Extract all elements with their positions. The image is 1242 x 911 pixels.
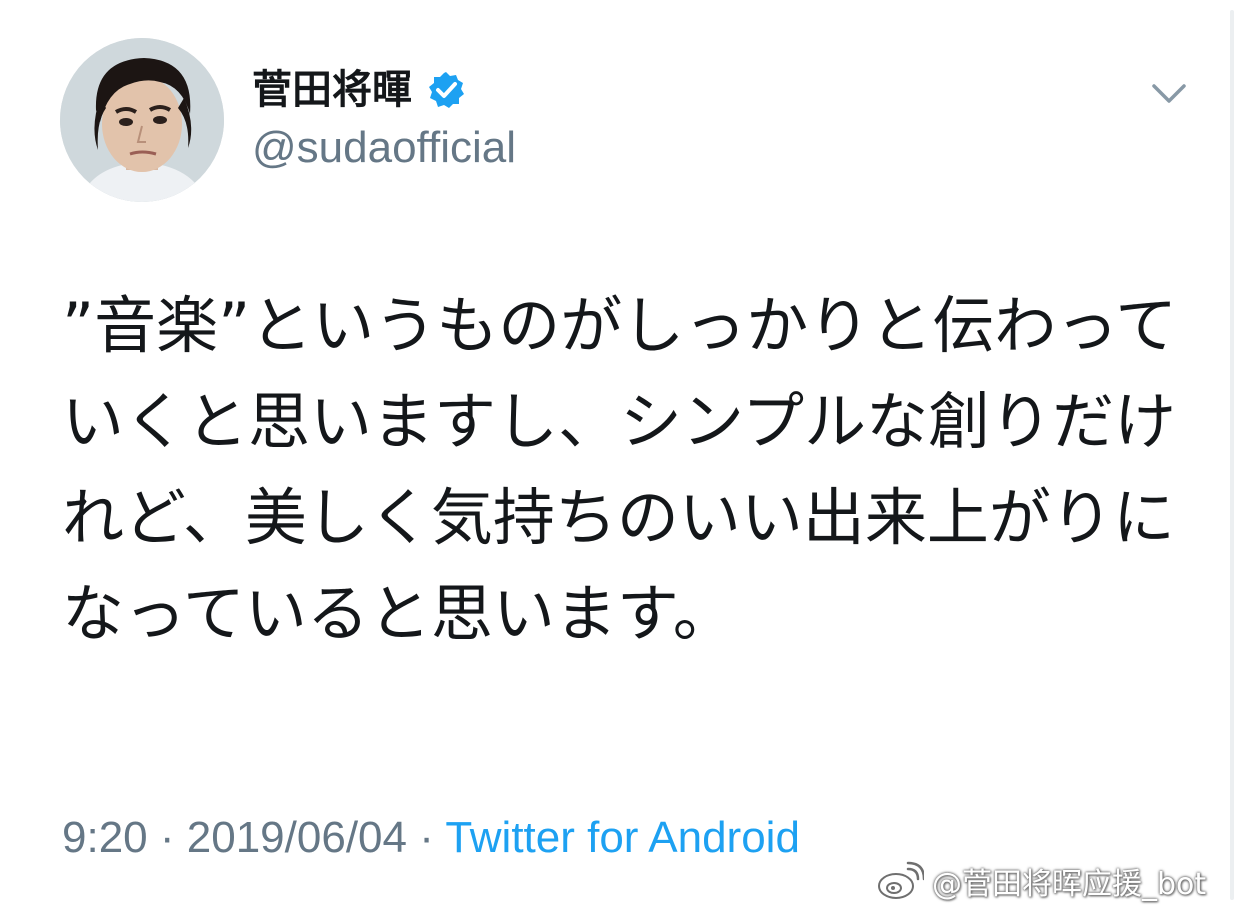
author-display-name[interactable]: 菅田将暉	[252, 64, 412, 116]
weibo-logo-icon	[876, 861, 926, 901]
tweet-meta: 9:20 · 2019/06/04 · Twitter for Android	[62, 812, 800, 864]
author-handle[interactable]: @sudaofficial	[252, 122, 516, 174]
avatar[interactable]	[60, 38, 224, 202]
watermark: @菅田将晖应援_bot	[876, 856, 1206, 906]
tweet-card: 菅田将暉 @sudaofficial ”音楽”というものがしっかりと伝わっていく…	[0, 0, 1242, 911]
tweet-date[interactable]: 2019/06/04	[187, 813, 407, 862]
tweet-text: ”音楽”というものがしっかりと伝わっていくと思いますし、シンプルな創りだけれど、…	[62, 289, 1178, 650]
verified-badge-icon	[426, 70, 466, 110]
chevron-down-icon[interactable]	[1146, 76, 1192, 112]
scrollbar-track	[1230, 10, 1234, 900]
meta-separator: ·	[419, 813, 434, 862]
tweet-time: 9:20	[62, 813, 148, 862]
meta-separator: ·	[159, 813, 175, 862]
tweet-source-link[interactable]: Twitter for Android	[445, 813, 800, 862]
author-name-row: 菅田将暉	[252, 64, 466, 116]
watermark-text: @菅田将晖应援_bot	[932, 867, 1207, 902]
